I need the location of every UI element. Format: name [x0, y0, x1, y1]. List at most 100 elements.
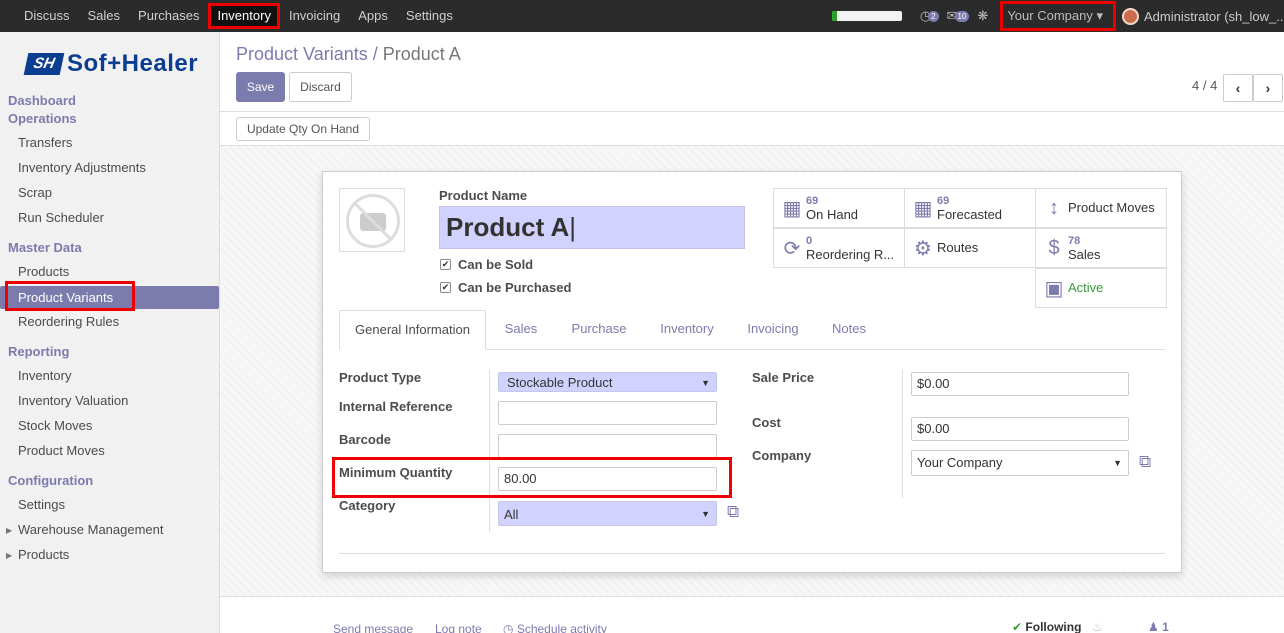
schedule-activity-button[interactable]: ◷ Schedule activity [503, 622, 607, 633]
control-panel: Product Variants / Product A Save Discar… [220, 32, 1284, 112]
sidebar-section-dashboard[interactable]: Dashboard [8, 93, 76, 108]
external-link-icon[interactable]: ⧉ [1139, 452, 1151, 472]
app-menu: Discuss Sales Purchases Inventory Invoic… [0, 0, 462, 32]
sidebar-item-config-products[interactable]: Products [18, 547, 69, 562]
column-separator [902, 370, 903, 498]
barcode-input[interactable] [498, 434, 717, 458]
can-be-purchased-checkbox[interactable]: ✔ Can be Purchased [440, 280, 571, 295]
following-button[interactable]: ✔ Following [1012, 620, 1081, 633]
refresh-icon: ⟳ [783, 237, 801, 260]
sales-button[interactable]: $ 78 Sales [1035, 228, 1167, 268]
category-select[interactable]: All ▼ [498, 501, 717, 526]
user-icon: ♟ [1148, 620, 1159, 633]
form-sheet: Product Name Product A| ✔ Can be Sold ✔ Ca… [322, 171, 1182, 573]
sidebar-item-report-inventory[interactable]: Inventory [18, 368, 71, 383]
reordering-label: Reordering R... [806, 247, 895, 262]
form-statusbar: Update Qty On Hand [220, 112, 1284, 146]
discard-button[interactable]: Discard [289, 72, 352, 102]
product-moves-button[interactable]: ↕ Product Moves [1035, 188, 1167, 228]
schedule-activity-label: Schedule activity [516, 622, 607, 633]
product-moves-label: Product Moves [1068, 201, 1155, 215]
arrows-vertical-icon: ↕ [1049, 196, 1059, 219]
activity-menu[interactable]: ◷ 2 [920, 8, 939, 24]
sidebar-item-stock-moves[interactable]: Stock Moves [18, 418, 92, 433]
menu-settings[interactable]: Settings [397, 0, 462, 32]
menu-discuss[interactable]: Discuss [0, 0, 79, 32]
menu-apps[interactable]: Apps [349, 0, 397, 32]
internal-reference-input[interactable] [498, 401, 717, 425]
on-hand-label: On Hand [806, 207, 859, 222]
company-switcher[interactable]: Your Company ▾ [1000, 1, 1116, 31]
forecasted-label: Forecasted [937, 207, 1003, 222]
sidebar-item-run-scheduler[interactable]: Run Scheduler [18, 210, 104, 225]
can-be-sold-checkbox[interactable]: ✔ Can be Sold [440, 257, 533, 272]
tab-purchase[interactable]: Purchase [561, 310, 637, 350]
product-image[interactable] [339, 188, 405, 252]
reordering-value: 0 [806, 235, 813, 247]
sidebar-section-reporting[interactable]: Reporting [8, 344, 69, 359]
bell-icon[interactable]: ♨ [1092, 620, 1103, 633]
send-message-button[interactable]: Send message [333, 622, 413, 633]
pager-next-button[interactable]: › [1253, 74, 1283, 102]
sale-price-input[interactable]: $0.00 [911, 372, 1129, 396]
sidebar-item-scrap[interactable]: Scrap [18, 185, 52, 200]
external-link-icon[interactable]: ⧉ [727, 502, 739, 522]
log-note-button[interactable]: Log note [435, 622, 482, 633]
sidebar-item-inventory-valuation[interactable]: Inventory Valuation [18, 393, 128, 408]
clock-icon: ◷ [503, 622, 514, 633]
cost-input[interactable]: $0.00 [911, 417, 1129, 441]
top-navbar: Discuss Sales Purchases Inventory Invoic… [0, 0, 1284, 32]
caret-down-icon: ▾ [1096, 8, 1103, 23]
messaging-menu[interactable]: ✉ 10 [947, 8, 970, 24]
sidebar-section-master-data[interactable]: Master Data [8, 240, 82, 255]
sidebar-item-transfers[interactable]: Transfers [18, 135, 72, 150]
menu-invoicing[interactable]: Invoicing [280, 0, 349, 32]
update-qty-button[interactable]: Update Qty On Hand [236, 117, 370, 141]
save-button[interactable]: Save [236, 72, 285, 102]
active-label: Active [1068, 281, 1104, 295]
product-type-select[interactable]: Stockable Product ▼ [498, 372, 717, 392]
building-icon: ▦ [782, 197, 802, 220]
onboarding-progress[interactable] [831, 11, 902, 21]
highlight-minimum-quantity [332, 457, 732, 498]
debug-icon[interactable]: ❋ [977, 8, 988, 24]
company-value: Your Company [917, 455, 1003, 470]
product-name-label: Product Name [439, 188, 528, 203]
sidebar-item-settings[interactable]: Settings [18, 497, 65, 512]
sidebar-section-operations[interactable]: Operations [8, 111, 77, 126]
menu-sales[interactable]: Sales [79, 0, 130, 32]
product-name-input[interactable]: Product A| [439, 206, 745, 249]
can-be-sold-label: Can be Sold [458, 257, 534, 272]
tab-inventory[interactable]: Inventory [649, 310, 725, 350]
internal-reference-label: Internal Reference [339, 399, 453, 414]
sidebar-item-inventory-adjustments[interactable]: Inventory Adjustments [18, 160, 146, 175]
building-icon: ▦ [913, 197, 933, 220]
menu-purchases[interactable]: Purchases [129, 0, 208, 32]
sidebar-item-reordering-rules[interactable]: Reordering Rules [18, 314, 119, 329]
followers-button[interactable]: ♟ 1 [1148, 620, 1169, 633]
on-hand-button[interactable]: ▦ 69 On Hand [773, 188, 905, 228]
sidebar-item-product-moves[interactable]: Product Moves [18, 443, 105, 458]
company-select[interactable]: Your Company ▼ [911, 450, 1129, 476]
sidebar-section-configuration[interactable]: Configuration [8, 473, 93, 488]
tab-general-information[interactable]: General Information [339, 310, 486, 350]
breadcrumb-parent[interactable]: Product Variants [236, 44, 368, 64]
pager-previous-button[interactable]: ‹ [1223, 74, 1253, 102]
tab-invoicing[interactable]: Invoicing [735, 310, 811, 350]
checkbox-checked-icon: ✔ [440, 282, 451, 293]
user-menu[interactable]: Administrator (sh_low_... [1116, 7, 1284, 25]
sidebar-item-products[interactable]: Products [18, 264, 69, 279]
product-name-value: Product A [446, 212, 570, 242]
tab-sales[interactable]: Sales [491, 310, 551, 350]
tab-notes[interactable]: Notes [821, 310, 877, 350]
sidebar-item-warehouse-management[interactable]: Warehouse Management [18, 522, 164, 537]
menu-inventory[interactable]: Inventory [208, 3, 280, 29]
logo-mark: SH [23, 53, 65, 75]
caret-right-icon: ▶ [6, 526, 13, 535]
active-toggle-button[interactable]: ▣ Active [1035, 268, 1167, 308]
routes-button[interactable]: ⚙ Routes [904, 228, 1036, 268]
reordering-rules-button[interactable]: ⟳ 0 Reordering R... [773, 228, 905, 268]
forecasted-button[interactable]: ▦ 69 Forecasted [904, 188, 1036, 228]
column-separator [489, 370, 490, 532]
caret-down-icon: ▼ [701, 378, 710, 388]
